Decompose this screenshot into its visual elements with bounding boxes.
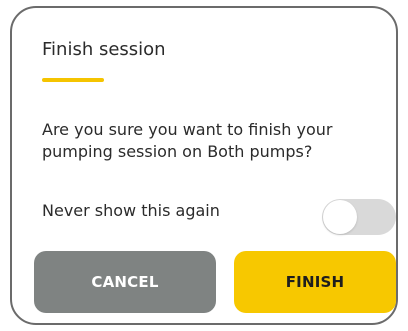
never-show-again-toggle[interactable] bbox=[322, 199, 396, 235]
dialog-title: Finish session bbox=[42, 39, 166, 60]
never-show-again-label: Never show this again bbox=[42, 201, 220, 220]
cancel-button[interactable]: CANCEL bbox=[34, 251, 216, 313]
finish-session-dialog: Finish session Are you sure you want to … bbox=[10, 6, 398, 325]
finish-button[interactable]: FINISH bbox=[234, 251, 396, 313]
dialog-message: Are you sure you want to finish your pum… bbox=[42, 120, 333, 161]
title-accent-underline bbox=[42, 78, 104, 82]
toggle-knob bbox=[323, 200, 357, 234]
